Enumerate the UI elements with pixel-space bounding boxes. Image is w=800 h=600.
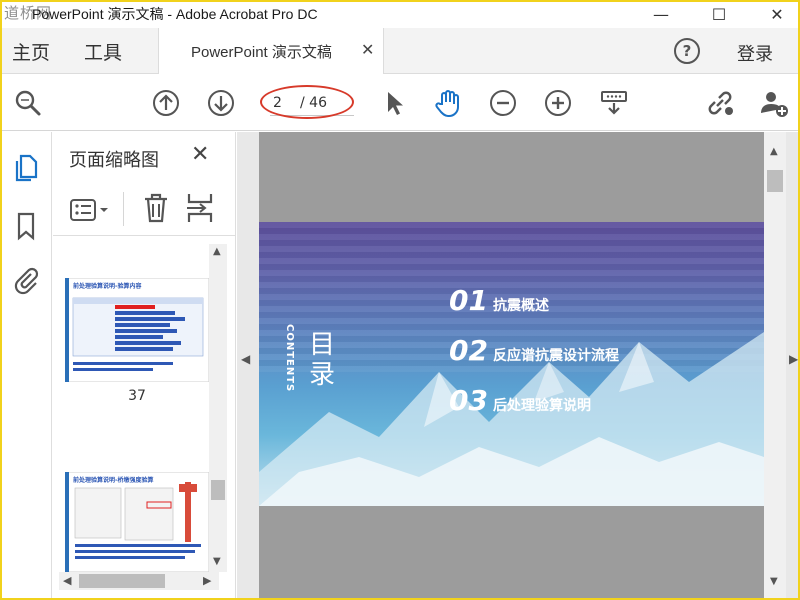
scroll-down-icon[interactable]: ▼ xyxy=(213,556,221,567)
thumbnail-toolbar xyxy=(53,184,236,236)
document-tab-label: PowerPoint 演示文稿 xyxy=(191,44,332,61)
toolbar: 2 / 46 xyxy=(2,75,798,131)
thumbnail-page-label: 37 xyxy=(128,388,146,404)
minimize-icon: — xyxy=(653,4,669,24)
page-down-icon[interactable] xyxy=(205,87,237,119)
toc-item-text: 后处理验算说明 xyxy=(493,398,591,414)
zoom-out-icon[interactable] xyxy=(487,87,519,119)
page-thumbnails-icon[interactable] xyxy=(10,152,42,184)
thumbnail-page-38[interactable]: 前处理验算说明-桥墩强度验算 xyxy=(64,471,210,572)
tab-tools[interactable]: 工具 xyxy=(84,38,122,65)
close-icon: ✕ xyxy=(770,4,784,24)
scroll-up-icon[interactable]: ▲ xyxy=(213,246,221,257)
toc-item-number: 01 xyxy=(449,284,488,317)
select-arrow-icon[interactable] xyxy=(378,87,410,119)
panel-close-button[interactable]: ✕ xyxy=(191,142,209,167)
document-tab-close-button[interactable]: ✕ xyxy=(361,40,374,59)
add-user-icon[interactable] xyxy=(758,87,790,119)
hand-tool-icon[interactable] xyxy=(432,87,464,119)
toc-item-text: 反应谱抗震设计流程 xyxy=(493,348,619,364)
tab-bar: 主页 工具 PowerPoint 演示文稿 ✕ ? 登录 xyxy=(2,28,798,74)
insert-page-icon[interactable] xyxy=(185,192,215,224)
zoom-in-icon[interactable] xyxy=(542,87,574,119)
bookmark-icon[interactable] xyxy=(10,210,42,242)
help-icon[interactable]: ? xyxy=(674,38,700,64)
thumbnail-options-dropdown[interactable] xyxy=(69,196,113,224)
document-vertical-scrollbar[interactable]: ▲ ▼ xyxy=(764,132,786,598)
login-button[interactable]: 登录 xyxy=(737,40,773,66)
thumbnail-heading: 前处理验算说明-验算内容 xyxy=(73,283,142,290)
maximize-icon: ☐ xyxy=(711,4,727,24)
collapse-panel-handle[interactable]: ◀ xyxy=(241,352,250,366)
toc-item-number: 02 xyxy=(449,334,488,367)
scroll-up-icon[interactable]: ▲ xyxy=(770,146,778,157)
toolbar-divider xyxy=(123,192,124,226)
scroll-right-icon[interactable]: ▶ xyxy=(203,574,211,587)
expand-right-pane-handle[interactable]: ▶ xyxy=(789,352,798,366)
attachment-icon[interactable] xyxy=(10,264,42,296)
document-tab[interactable]: PowerPoint 演示文稿 ✕ xyxy=(158,28,384,74)
title-bar: 道桥网 PowerPoint 演示文稿 - Adobe Acrobat Pro … xyxy=(2,2,798,26)
toc-item-text: 抗震概述 xyxy=(493,298,549,314)
minimize-button[interactable]: — xyxy=(638,2,684,26)
slide-page-2: CONTENTS 目录 01 抗震概述 02 反应谱抗震设计流程 03 后处理验… xyxy=(259,222,764,506)
thumbnail-list: 前处理验算说明-验算内容 37 前处理验算说明-桥墩强度验算 xyxy=(63,244,223,572)
slide-heading-mulu: 目录 xyxy=(308,330,335,390)
toc-item-number: 03 xyxy=(449,384,488,417)
close-window-button[interactable]: ✕ xyxy=(754,2,800,26)
delete-page-icon[interactable] xyxy=(141,192,171,224)
thumbnail-horizontal-scrollbar[interactable]: ◀ ▶ xyxy=(59,572,219,590)
contents-label: CONTENTS xyxy=(284,324,295,393)
scroll-down-icon[interactable]: ▼ xyxy=(770,576,778,587)
thumbnail-heading: 前处理验算说明-桥墩强度验算 xyxy=(73,477,154,484)
thumbnail-vertical-scrollbar[interactable]: ▲ ▼ xyxy=(209,244,227,572)
annotation-ellipse xyxy=(260,85,354,119)
scrollbar-thumb[interactable] xyxy=(767,170,783,192)
left-navigation-rail xyxy=(2,132,52,598)
page-up-icon[interactable] xyxy=(150,87,182,119)
share-link-icon[interactable] xyxy=(704,87,736,119)
page-canvas[interactable]: CONTENTS 目录 01 抗震概述 02 反应谱抗震设计流程 03 后处理验… xyxy=(259,132,764,598)
reading-mode-icon[interactable] xyxy=(598,87,630,119)
thumbnail-image xyxy=(64,471,210,572)
window-title: PowerPoint 演示文稿 - Adobe Acrobat Pro DC xyxy=(32,6,318,22)
tab-home[interactable]: 主页 xyxy=(12,38,50,65)
thumbnail-page-37[interactable]: 前处理验算说明-验算内容 37 xyxy=(64,277,210,404)
scrollbar-thumb[interactable] xyxy=(211,480,225,500)
page-thumbnails-panel: 页面缩略图 ✕ 前处理验算说明-验算内容 37 前处理验算说明-桥墩强度验算 ▲… xyxy=(53,132,236,598)
thumbnail-image xyxy=(64,277,210,383)
scroll-left-icon[interactable]: ◀ xyxy=(63,574,71,587)
document-viewer: ◀ CONTENTS 目录 01 抗震概述 02 反应谱抗震设计流程 03 后处… xyxy=(237,132,798,598)
search-icon[interactable] xyxy=(12,87,44,119)
panel-title: 页面缩略图 xyxy=(69,150,159,171)
scrollbar-thumb[interactable] xyxy=(79,574,165,588)
maximize-button[interactable]: ☐ xyxy=(696,2,742,26)
